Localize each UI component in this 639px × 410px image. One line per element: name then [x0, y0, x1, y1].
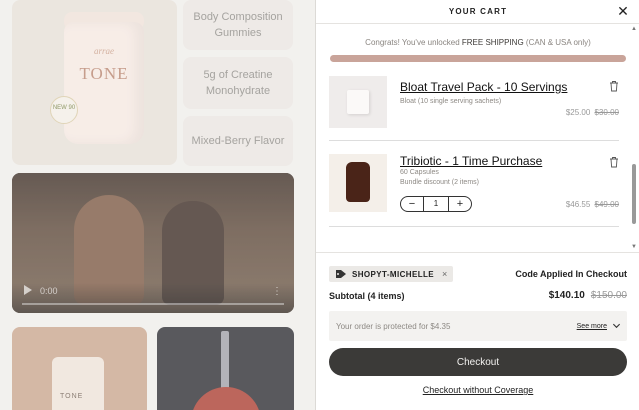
item-sale-price: $25.00: [565, 108, 591, 117]
scroll-up-arrow[interactable]: ▲: [631, 26, 637, 32]
free-shipping-message: Congrats! You've unlocked FREE SHIPPING …: [316, 38, 639, 47]
quantity-increase-button[interactable]: +: [449, 197, 471, 211]
chevron-down-icon[interactable]: [612, 321, 621, 330]
item-image: [329, 154, 387, 212]
order-protection-panel: Your order is protected for $4.35 See mo…: [329, 311, 627, 341]
protection-text: Your order is protected for $4.35: [336, 322, 451, 331]
quantity-decrease-button[interactable]: −: [401, 197, 423, 211]
item-price: $46.55 $49.00: [566, 200, 619, 209]
cart-items-scroll-area[interactable]: Congrats! You've unlocked FREE SHIPPING …: [316, 24, 639, 252]
code-applied-text: Code Applied In Checkout: [515, 269, 627, 279]
scroll-down-arrow[interactable]: ▼: [631, 244, 637, 250]
item-compare-price: $49.00: [594, 200, 619, 209]
item-subtitle: Bloat (10 single serving sachets): [400, 98, 502, 105]
quantity-value[interactable]: 1: [423, 197, 449, 211]
tag-icon: [336, 270, 346, 278]
item-divider: [329, 226, 619, 227]
applied-coupon-chip: SHOPYT-MICHELLE ×: [329, 266, 454, 282]
item-compare-price: $30.00: [594, 108, 619, 117]
remove-coupon-button[interactable]: ×: [442, 269, 447, 279]
item-subtitle: 60 Capsules: [400, 169, 439, 176]
item-name-link[interactable]: Tribiotic - 1 Time Purchase: [400, 154, 542, 168]
shipping-prefix: Congrats! You've unlocked: [365, 38, 462, 47]
subtotal-price: $140.10: [548, 290, 585, 301]
cart-item: Tribiotic - 1 Time Purchase 60 Capsules …: [329, 154, 619, 224]
scrollbar-thumb[interactable]: [632, 164, 636, 224]
item-sale-price: $46.55: [565, 200, 591, 209]
item-image: [329, 76, 387, 128]
shipping-progress-bar: [330, 55, 626, 62]
see-more-link[interactable]: See more: [577, 323, 607, 330]
cart-footer: SHOPYT-MICHELLE × Code Applied In Checko…: [316, 252, 639, 410]
item-divider: [329, 140, 619, 141]
trash-icon[interactable]: [609, 80, 619, 92]
cart-title: YOUR CART: [448, 7, 508, 16]
cart-item: Bloat Travel Pack - 10 Servings Bloat (1…: [329, 76, 619, 136]
item-price: $25.00 $30.00: [566, 108, 619, 117]
subtotal-value: $140.10 $150.00: [549, 290, 627, 301]
subtotal-label: Subtotal (4 items): [329, 291, 405, 301]
close-icon[interactable]: ✕: [616, 4, 630, 18]
product-page-background: arrae TONE NEW 90 Body Composition Gummi…: [0, 0, 315, 410]
scrollbar[interactable]: ▲ ▼: [631, 24, 637, 252]
shipping-highlight: FREE SHIPPING: [461, 38, 524, 47]
page-dim-overlay[interactable]: [0, 0, 315, 410]
checkout-without-coverage-link[interactable]: Checkout without Coverage: [316, 385, 639, 395]
item-discount-note: Bundle discount (2 items): [400, 179, 479, 186]
cart-header: YOUR CART ✕: [316, 0, 639, 24]
checkout-button[interactable]: Checkout: [329, 348, 627, 376]
item-name-link[interactable]: Bloat Travel Pack - 10 Servings: [400, 80, 567, 94]
subtotal-compare-price: $150.00: [590, 290, 627, 301]
quantity-stepper: − 1 +: [400, 196, 472, 212]
shipping-suffix: (CAN & USA only): [523, 38, 591, 47]
cart-drawer: YOUR CART ✕ Congrats! You've unlocked FR…: [315, 0, 639, 410]
trash-icon[interactable]: [609, 156, 619, 168]
coupon-code: SHOPYT-MICHELLE: [352, 269, 435, 279]
